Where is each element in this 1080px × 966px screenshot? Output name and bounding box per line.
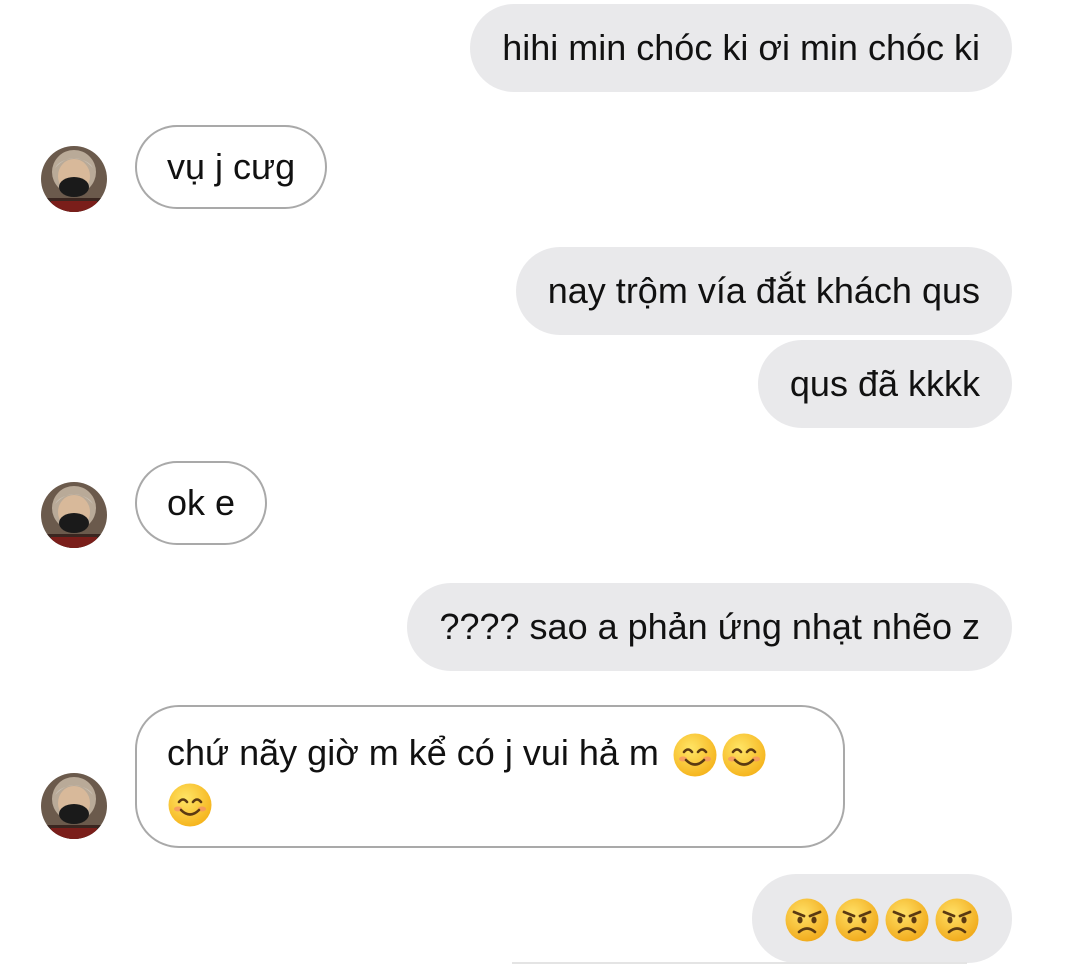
sent-message-bubble[interactable]: nay trộm vía đắt khách qus — [515, 247, 1012, 335]
angry-face-emoji — [934, 897, 980, 943]
sent-message-bubble[interactable]: hihi min chóc ki ơi min chóc ki — [470, 4, 1012, 92]
avatar-image — [41, 773, 107, 839]
received-message-bubble[interactable]: vụ j cưg — [135, 125, 328, 209]
contact-avatar[interactable] — [41, 146, 107, 212]
angry-face-emoji — [834, 897, 880, 943]
contact-avatar[interactable] — [41, 482, 107, 548]
message-text: hihi min chóc ki ơi min chóc ki — [502, 27, 980, 68]
received-message-bubble[interactable]: chứ nãy giờ m kể có j vui hả m — [135, 705, 845, 848]
divider — [512, 962, 967, 964]
sent-message-bubble[interactable]: ???? sao a phản ứng nhạt nhẽo z — [407, 583, 1012, 671]
message-text: qus đã kkkk — [789, 363, 980, 404]
message-text: ok e — [167, 482, 236, 523]
angry-face-emoji — [784, 897, 830, 943]
contact-avatar[interactable] — [41, 773, 107, 839]
message-text: chứ nãy giờ m kể có j vui hả m — [167, 732, 659, 773]
message-text: nay trộm vía đắt khách qus — [547, 270, 980, 311]
smiling-face-emoji — [721, 732, 767, 778]
smiling-face-emoji — [672, 732, 718, 778]
received-message-bubble[interactable]: ok e — [135, 461, 268, 545]
message-text: ???? sao a phản ứng nhạt nhẽo z — [439, 606, 980, 647]
angry-face-emoji — [884, 897, 930, 943]
sent-message-bubble[interactable] — [752, 874, 1012, 964]
avatar-image — [41, 482, 107, 548]
avatar-image — [41, 146, 107, 212]
message-text: vụ j cưg — [167, 146, 296, 187]
sent-message-bubble[interactable]: qus đã kkkk — [757, 340, 1012, 428]
message-thread[interactable]: hihi min chóc ki ơi min chóc ki vụ j cưg… — [0, 0, 1080, 966]
smiling-face-emoji — [167, 782, 213, 828]
